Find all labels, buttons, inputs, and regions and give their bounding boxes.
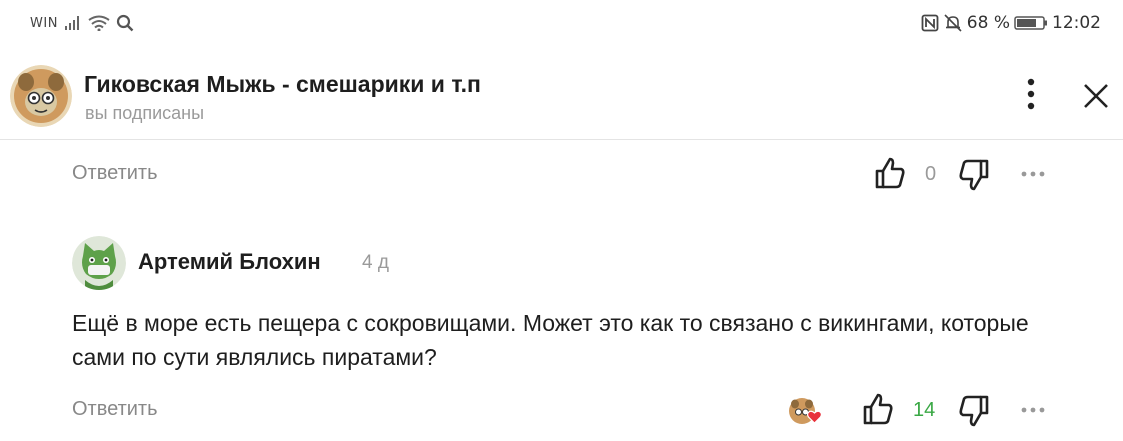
more-options-button[interactable] (1016, 76, 1046, 116)
signal-icon (64, 16, 79, 30)
horizontal-dots-icon (1021, 171, 1045, 177)
thumbs-up-icon (875, 157, 905, 189)
battery-icon (1014, 16, 1047, 30)
prev-comment-actions: Ответить 0 (0, 154, 1123, 194)
status-left: WIN (30, 14, 134, 32)
comment-author-avatar[interactable] (72, 236, 126, 290)
wifi-icon (88, 15, 110, 31)
channel-title[interactable]: Гиковская Мыжь - смешарики и т.п (84, 71, 481, 98)
horizontal-dots-icon (1021, 407, 1045, 413)
carrier-label: WIN (30, 15, 58, 31)
mouse-avatar-icon (10, 65, 72, 127)
status-right: 68 % 12:02 (921, 13, 1101, 33)
battery-percent: 68 % (966, 13, 1010, 33)
like-count: 0 (925, 163, 937, 185)
status-bar: WIN 68 % 12:02 (0, 0, 1123, 52)
like-button[interactable] (874, 156, 906, 190)
search-icon (116, 14, 134, 32)
comment-more-button[interactable] (1019, 158, 1049, 188)
dislike-button[interactable] (958, 158, 990, 192)
comment-actions: Ответить 14 (0, 390, 1123, 430)
thumbs-up-icon (863, 393, 893, 425)
clock: 12:02 (1052, 13, 1101, 33)
subscription-status: вы подписаны (85, 103, 205, 123)
like-button[interactable] (862, 392, 894, 426)
comment-text: Ещё в море есть пещера с сокровищами. Мо… (72, 310, 1029, 370)
channel-avatar[interactable] (10, 65, 72, 127)
reply-button[interactable]: Ответить (72, 162, 158, 185)
nfc-icon (921, 14, 939, 32)
thumbs-down-icon (959, 159, 989, 191)
channel-header: Гиковская Мыжь - смешарики и т.п вы подп… (0, 52, 1123, 140)
comment-author-name[interactable]: Артемий Блохин (138, 249, 321, 275)
mute-bell-icon (944, 14, 962, 32)
close-button[interactable] (1080, 80, 1112, 112)
like-count: 14 (913, 399, 936, 421)
cat-avatar-icon (72, 236, 126, 290)
comment-timestamp: 4 д (362, 252, 389, 273)
thumbs-down-icon (959, 395, 989, 427)
author-liked-badge (788, 397, 822, 427)
vertical-dots-icon (1027, 78, 1035, 110)
close-icon (1084, 84, 1108, 108)
heart-icon (807, 410, 822, 424)
dislike-button[interactable] (958, 394, 990, 428)
reply-button[interactable]: Ответить (72, 398, 158, 421)
comment-more-button[interactable] (1019, 394, 1049, 424)
